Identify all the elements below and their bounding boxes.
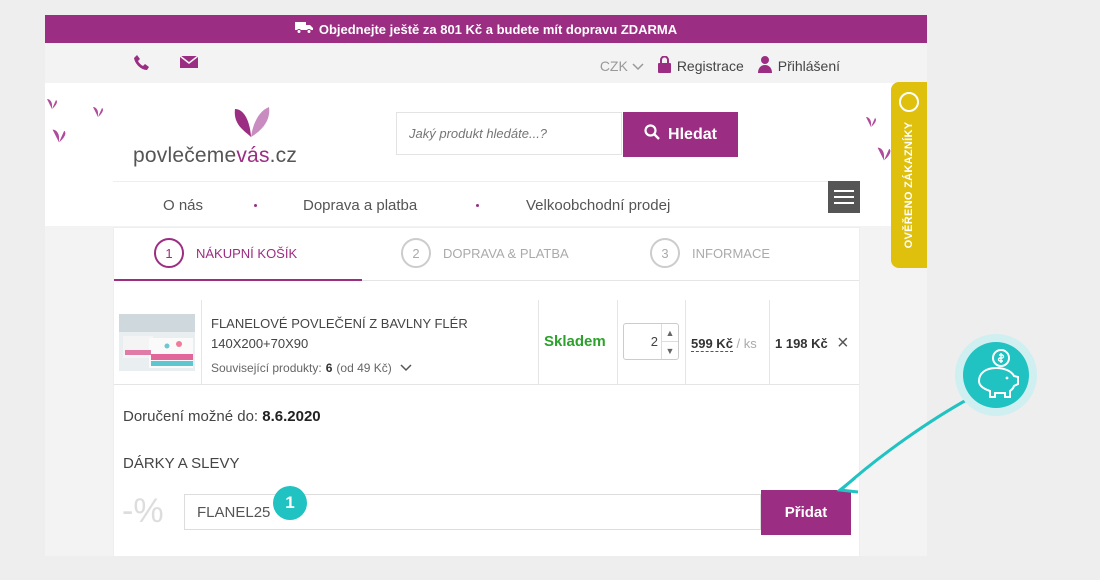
piggy-bank-icon [955, 334, 1037, 416]
annotation-arrow [836, 396, 971, 494]
